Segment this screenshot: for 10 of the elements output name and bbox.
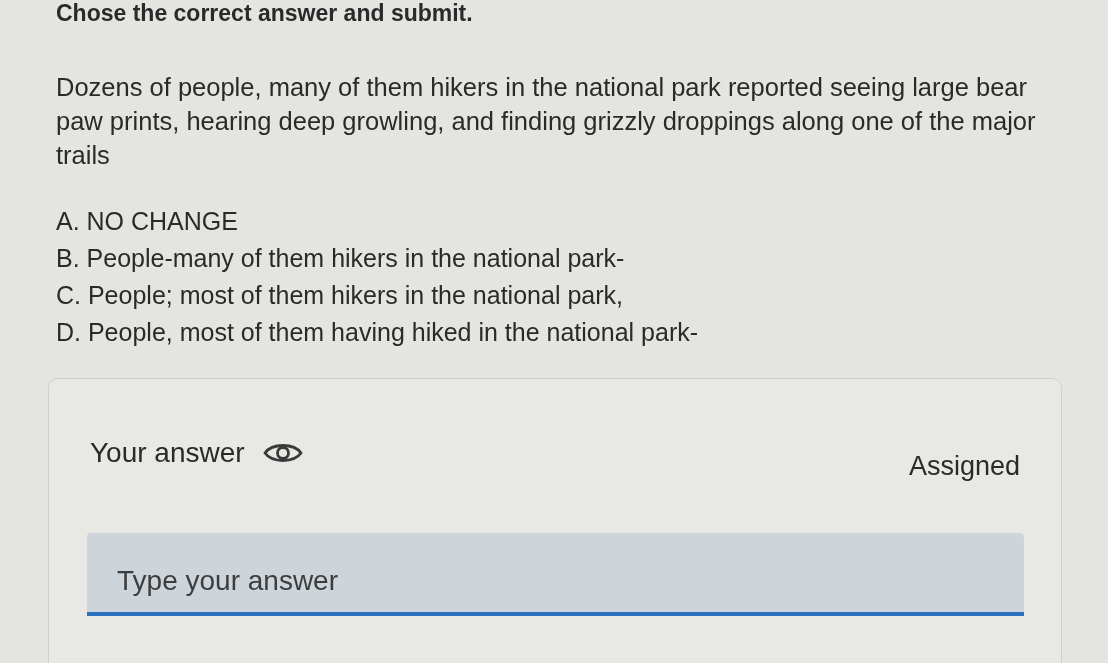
- answer-label: Your answer: [90, 438, 245, 468]
- passage-text: Dozens of people, many of them hikers in the national park reported seeing large bear paw prints, hearing deep growling, and finding grizzly droppings along one of the major trails: [56, 72, 1037, 171]
- answer-option: C. People; most of them hikers in the national park,: [56, 277, 623, 314]
- status-text: Assigned: [908, 451, 1020, 481]
- eye-icon: [262, 441, 303, 465]
- instruction-text: Chose the correct answer and submit.: [56, 0, 473, 26]
- answer-option: B. People-many of them hikers in the national park-: [56, 240, 625, 277]
- answer-option: A. NO CHANGE: [56, 203, 238, 240]
- answer-option: D. People, most of them having hiked in the national park-: [56, 314, 699, 351]
- answer-input-field[interactable]: Type your answer: [87, 533, 1024, 616]
